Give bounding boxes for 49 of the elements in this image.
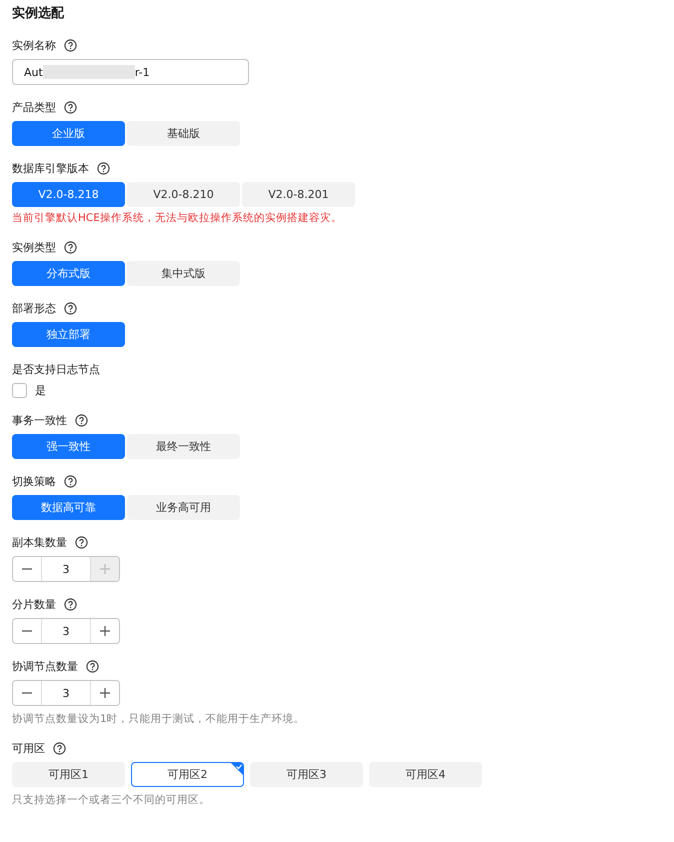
option-tab[interactable]: V2.0-8.201	[242, 182, 355, 207]
field-label: 实例类型	[12, 240, 56, 254]
option-tab[interactable]: V2.0-8.218	[12, 182, 125, 207]
help-icon[interactable]	[75, 414, 88, 426]
field-label: 产品类型	[12, 100, 56, 114]
warning-text: 当前引擎默认HCE操作系统，无法与欧拉操作系统的实例搭建容灾。	[12, 211, 343, 225]
help-icon[interactable]	[64, 474, 77, 488]
zone-option[interactable]: 可用区1	[12, 762, 125, 787]
input-value: Aut	[24, 66, 43, 78]
check-corner-icon	[231, 763, 243, 775]
option-tab[interactable]: 最终一致性	[127, 434, 240, 459]
name-input-field[interactable]: Aut r-1	[12, 59, 249, 85]
help-icon[interactable]	[97, 162, 110, 174]
help-icon[interactable]	[75, 536, 88, 548]
help-icon[interactable]	[64, 38, 77, 52]
help-icon[interactable]	[64, 598, 77, 610]
section-title: 实例选配	[12, 4, 66, 23]
field-label: 副本集数量	[12, 534, 67, 550]
checkbox[interactable]	[12, 383, 27, 398]
zone-option[interactable]: 可用区3	[250, 762, 363, 787]
option-tab[interactable]: 强一致性	[12, 434, 125, 459]
option-tab[interactable]: 集中式版	[127, 261, 240, 286]
option-tab[interactable]: 数据高可靠	[12, 495, 125, 520]
field-label: 部署形态	[12, 300, 56, 316]
field-label: 切换策略	[12, 474, 56, 488]
field-label: 数据库引擎版本	[12, 160, 89, 176]
help-icon[interactable]	[86, 660, 99, 672]
zone-option[interactable]: 可用区4	[369, 762, 482, 787]
option-tab[interactable]: 业务高可用	[127, 495, 240, 520]
option-tab[interactable]: 独立部署	[12, 322, 125, 347]
field-label: 是否支持日志节点	[12, 362, 100, 376]
hint-text: 只支持选择一个或者三个不同的可用区。	[12, 793, 211, 807]
help-icon[interactable]	[64, 100, 77, 114]
field-label: 实例名称	[12, 38, 56, 52]
field-label: 事务一致性	[12, 412, 67, 428]
help-icon[interactable]	[64, 240, 77, 254]
hint-text: 协调节点数量设为1时，只能用于测试，不能用于生产环境。	[12, 712, 306, 726]
field-label: 协调节点数量	[12, 658, 78, 674]
help-icon[interactable]	[53, 742, 66, 754]
option-tab[interactable]: V2.0-8.210	[127, 182, 240, 207]
zone-option[interactable]: 可用区2	[131, 762, 244, 787]
input-value: r-1	[134, 66, 150, 78]
field-label: 分片数量	[12, 596, 56, 612]
option-tab[interactable]: 企业版	[12, 121, 125, 146]
option-tab[interactable]: 分布式版	[12, 261, 125, 286]
help-icon[interactable]	[64, 302, 77, 314]
option-tab[interactable]: 基础版	[127, 121, 240, 146]
checkbox-label: 是	[35, 383, 46, 398]
field-label: 可用区	[12, 740, 45, 756]
